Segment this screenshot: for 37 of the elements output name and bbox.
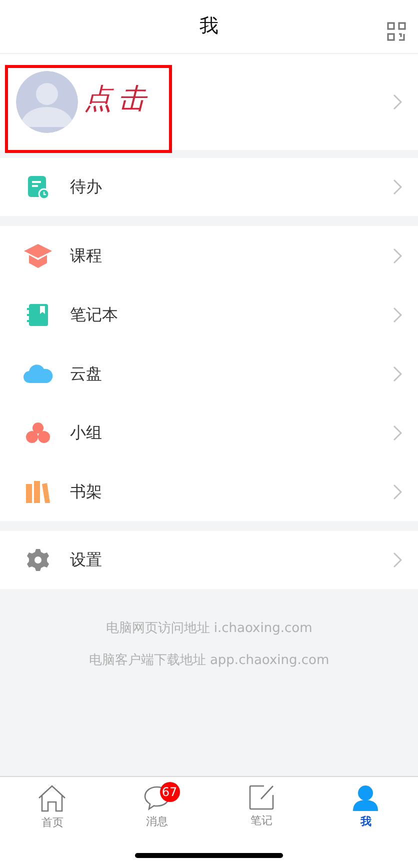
- cloud-icon: [23, 364, 53, 384]
- badge: 67: [160, 782, 180, 802]
- tab[interactable]: 首页: [0, 777, 104, 835]
- chevron-right-icon: [393, 552, 402, 568]
- tab[interactable]: 笔记: [209, 777, 314, 835]
- chevron-right-icon: [393, 424, 402, 440]
- page-title: 我: [200, 14, 218, 40]
- menu-item[interactable]: 云盘: [0, 344, 418, 403]
- menu-item[interactable]: 设置: [0, 531, 418, 589]
- avatar-icon: [16, 71, 78, 133]
- person-icon: [353, 785, 378, 811]
- books-icon: [26, 480, 50, 502]
- chevron-right-icon: [393, 484, 402, 500]
- footer-text: 电脑客户端下载地址 app.chaoxing.com: [88, 652, 330, 670]
- tab[interactable]: 我: [314, 777, 418, 835]
- annotation-text: 点击: [84, 81, 152, 117]
- profile-row[interactable]: 点击: [0, 54, 418, 150]
- chevron-right-icon: [393, 366, 402, 382]
- menu-item[interactable]: 笔记本: [0, 285, 418, 344]
- document-clock-icon: [27, 175, 49, 199]
- menu-item[interactable]: 小组: [0, 403, 418, 462]
- three-circles-icon: [26, 422, 50, 444]
- chevron-right-icon: [393, 94, 402, 110]
- home-icon: [38, 785, 66, 812]
- chevron-right-icon: [393, 248, 402, 264]
- notebook-icon: [27, 302, 49, 326]
- qr-code-icon[interactable]: [387, 22, 406, 41]
- tab[interactable]: 消息 67: [104, 777, 209, 835]
- chevron-right-icon: [393, 179, 402, 195]
- graduation-cap-icon: [23, 242, 53, 268]
- edit-icon: [248, 785, 274, 810]
- menu-item[interactable]: 待办: [0, 158, 418, 216]
- menu-item[interactable]: 书架: [0, 462, 418, 521]
- chevron-right-icon: [393, 306, 402, 322]
- footer-text: 电脑网页访问地址 i.chaoxing.com: [106, 620, 312, 638]
- menu-item[interactable]: 课程: [0, 226, 418, 285]
- gear-icon: [27, 549, 49, 571]
